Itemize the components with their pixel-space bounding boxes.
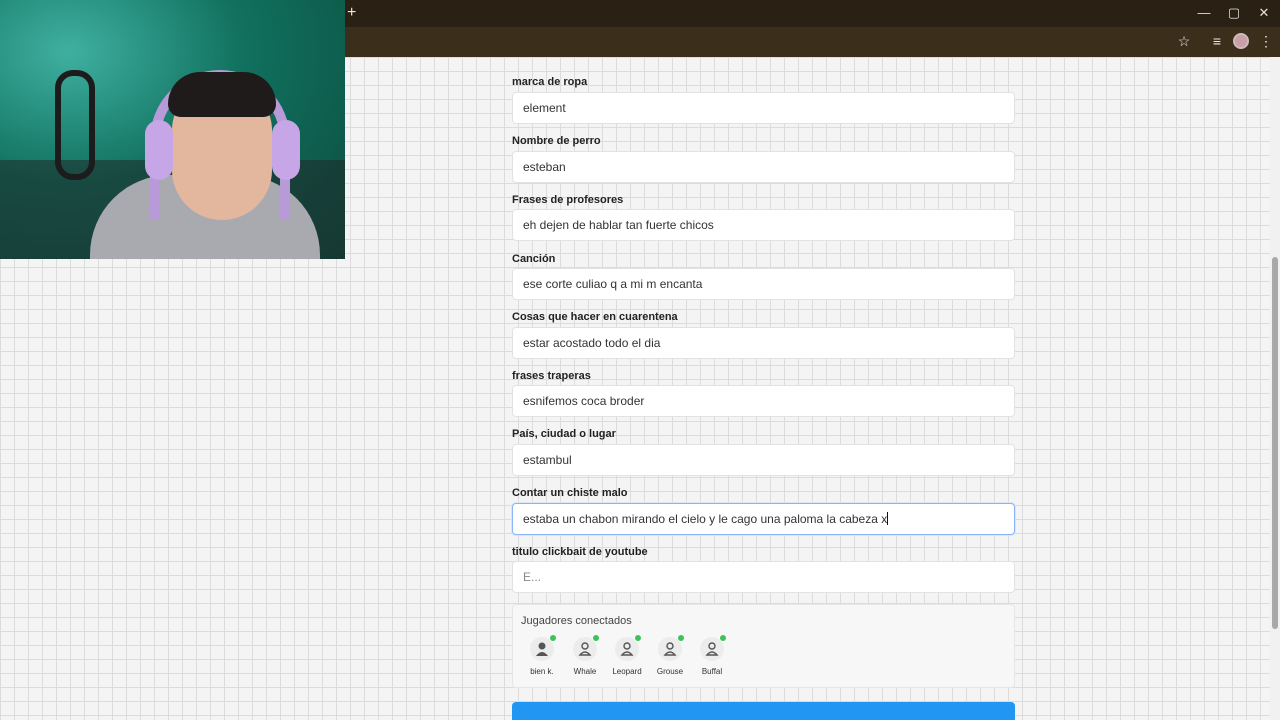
address-bar[interactable] (345, 30, 1165, 54)
maximize-icon[interactable]: ▢ (1224, 5, 1244, 21)
player-item: Grouse (650, 635, 690, 676)
online-status-dot (550, 635, 556, 641)
user-icon (578, 642, 592, 656)
player-name: Buffal (701, 667, 723, 676)
input-marca[interactable]: element (512, 92, 1015, 124)
player-item: Whale (565, 635, 605, 676)
queue-icon[interactable]: ≡ (1208, 33, 1226, 49)
input-clickbait[interactable]: E... (512, 561, 1015, 593)
minimize-icon[interactable]: — (1194, 5, 1214, 20)
player-name: Leopard (612, 667, 642, 676)
field-label-perro: Nombre de perro (512, 135, 601, 147)
user-icon (705, 642, 719, 656)
player-name: Grouse (656, 667, 684, 676)
page-scrollbar[interactable] (1270, 57, 1280, 720)
profile-icon[interactable] (1233, 33, 1249, 49)
input-chiste[interactable]: estaba un chabon mirando el cielo y le c… (512, 503, 1015, 535)
user-icon (663, 642, 677, 656)
scrollbar-thumb[interactable] (1272, 257, 1278, 629)
player-avatar (700, 635, 726, 661)
input-chiste-text: estaba un chabon mirando el cielo y le c… (523, 512, 888, 526)
field-label-marca: marca de ropa (512, 76, 588, 88)
online-status-dot (635, 635, 641, 641)
text-caret (887, 512, 889, 525)
close-icon[interactable]: ✕ (1254, 5, 1274, 21)
field-label-cuarentena: Cosas que hacer en cuarentena (512, 311, 678, 323)
connected-players-panel: Jugadores conectados bien k. Whale Leopa… (512, 604, 1015, 688)
player-item: Buffal (692, 635, 732, 676)
field-label-traperas: frases traperas (512, 370, 591, 382)
field-label-profesores: Frases de profesores (512, 194, 624, 206)
input-traperas[interactable]: esnifemos coca broder (512, 385, 1015, 417)
user-icon (620, 642, 634, 656)
new-tab-button[interactable]: + (347, 4, 356, 22)
field-label-chiste: Contar un chiste malo (512, 487, 628, 499)
players-title: Jugadores conectados (521, 615, 632, 627)
player-name: Whale (573, 667, 597, 676)
player-avatar (530, 635, 556, 661)
player-name: bien k. (530, 667, 554, 676)
menu-icon[interactable]: ⋮ (1257, 33, 1275, 50)
player-avatar (658, 635, 684, 661)
webcam-overlay (0, 0, 345, 259)
online-status-dot (678, 635, 684, 641)
submit-button[interactable] (512, 702, 1015, 720)
player-avatar (573, 635, 599, 661)
user-icon (536, 642, 548, 656)
player-item: Leopard (607, 635, 647, 676)
input-perro[interactable]: esteban (512, 151, 1015, 183)
player-avatar (615, 635, 641, 661)
star-icon[interactable]: ☆ (1175, 33, 1193, 50)
field-label-lugar: País, ciudad o lugar (512, 428, 616, 440)
online-status-dot (593, 635, 599, 641)
online-status-dot (720, 635, 726, 641)
input-cancion[interactable]: ese corte culiao q a mi m encanta (512, 268, 1015, 300)
input-profesores[interactable]: eh dejen de hablar tan fuerte chicos (512, 209, 1015, 241)
input-cuarentena[interactable]: estar acostado todo el dia (512, 327, 1015, 359)
field-label-cancion: Canción (512, 253, 556, 265)
player-item: bien k. (522, 635, 562, 676)
input-lugar[interactable]: estambul (512, 444, 1015, 476)
field-label-clickbait: titulo clickbait de youtube (512, 546, 648, 558)
